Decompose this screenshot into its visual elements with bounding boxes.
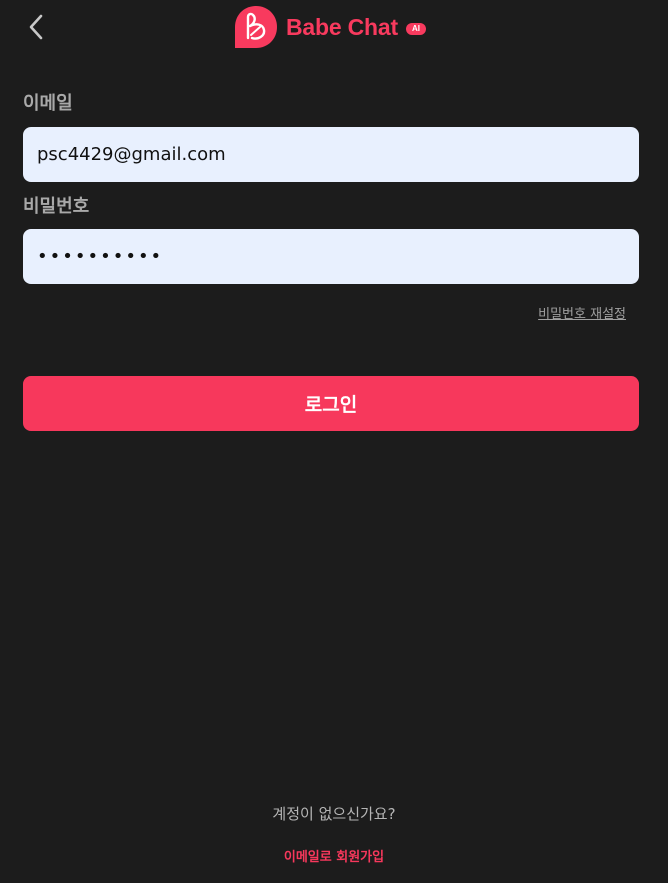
- header: Babe Chat AI: [0, 0, 668, 60]
- chevron-left-icon: [29, 14, 43, 40]
- back-button[interactable]: [22, 10, 50, 44]
- email-label: 이메일: [23, 93, 73, 114]
- brand-name: Babe Chat: [286, 13, 398, 40]
- password-label: 비밀번호: [23, 196, 90, 217]
- brand-logo: Babe Chat AI: [234, 5, 426, 49]
- ai-badge: AI: [405, 23, 426, 35]
- login-button[interactable]: 로그인: [23, 376, 639, 431]
- email-signup-link[interactable]: 이메일로 회원가입: [0, 846, 668, 865]
- password-field[interactable]: [23, 229, 639, 284]
- password-reset-link[interactable]: 비밀번호 재설정: [538, 303, 626, 322]
- logo-mark-icon: [235, 6, 277, 48]
- email-field[interactable]: [23, 127, 639, 182]
- no-account-text: 계정이 없으신가요?: [272, 805, 396, 823]
